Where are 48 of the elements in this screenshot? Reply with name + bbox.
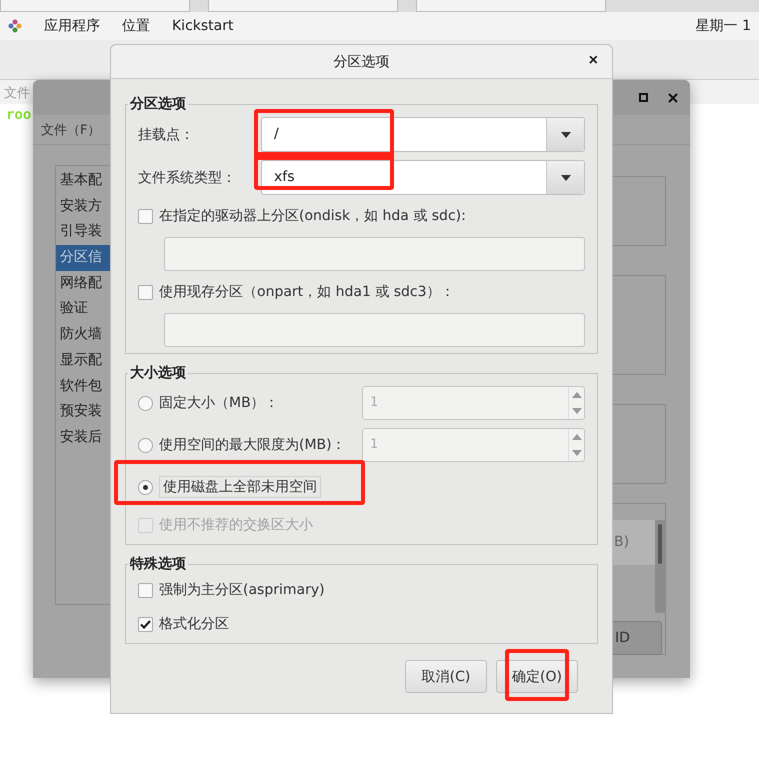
checkbox-label: 在指定的驱动器上分区(ondisk，如 hda 或 sdc):	[159, 207, 466, 225]
browser-tab[interactable]	[208, 0, 398, 12]
up-arrow-icon	[572, 434, 582, 440]
radio-button[interactable]	[138, 396, 153, 410]
checkbox-label: 使用现存分区（onpart，如 hda1 或 sdc3）：	[159, 283, 455, 301]
clock-text: 星期一 1	[696, 17, 751, 35]
top-menu-item[interactable]: Kickstart	[172, 18, 234, 34]
terminal-prompt: roo	[6, 107, 32, 123]
field-label: 挂载点：	[138, 126, 195, 144]
down-arrow-icon	[560, 174, 570, 180]
app-menu-icon[interactable]	[8, 19, 22, 33]
close-icon[interactable]	[668, 92, 678, 102]
up-arrow-icon	[572, 392, 582, 398]
checkbox-label: 格式化分区	[159, 615, 229, 633]
combo-box[interactable]: xfs	[261, 160, 585, 195]
maximize-icon[interactable]	[639, 93, 648, 102]
browser-tab[interactable]	[0, 0, 190, 12]
combo-box[interactable]: /	[261, 117, 585, 152]
down-arrow-icon	[572, 408, 582, 414]
group-title: 特殊选项	[128, 555, 187, 573]
top-menu-item[interactable]: 应用程序	[44, 17, 100, 35]
down-arrow-icon	[572, 450, 582, 456]
dialog-button[interactable]: 取消(C)	[405, 660, 487, 693]
radio-label: 固定大小（MB）：	[159, 394, 279, 412]
radio-label: 使用磁盘上全部未用空间	[159, 476, 321, 498]
checkbox-label: 使用不推荐的交换区大小	[159, 516, 313, 534]
scrollbar[interactable]	[655, 520, 665, 613]
checkbox[interactable]	[138, 284, 153, 300]
radio-button[interactable]	[138, 438, 153, 452]
top-menu-item[interactable]: 位置	[122, 17, 150, 35]
radio-label: 使用空间的最大限度为(MB)：	[159, 436, 346, 454]
radio-button[interactable]	[138, 480, 153, 494]
group-title: 大小选项	[129, 364, 187, 382]
checkbox[interactable]	[138, 616, 153, 632]
down-arrow-icon	[560, 132, 570, 138]
checkbox[interactable]	[138, 582, 153, 598]
close-button[interactable]: ×	[586, 53, 600, 69]
field-label: 文件系统类型：	[138, 168, 237, 186]
list-button[interactable]: ID	[612, 621, 662, 655]
group-title: 分区选项	[128, 95, 187, 113]
menu-item[interactable]: 文件（F）	[41, 123, 100, 138]
dialog-title: 分区选项	[334, 52, 390, 70]
dropdown-button[interactable]	[546, 118, 584, 151]
browser-tab[interactable]	[416, 0, 606, 12]
checkbox[interactable]	[138, 208, 153, 224]
checkbox-label: 强制为主分区(asprimary)	[159, 581, 325, 599]
dropdown-button[interactable]	[546, 161, 584, 194]
dialog-button[interactable]: 确定(O)	[496, 660, 578, 693]
